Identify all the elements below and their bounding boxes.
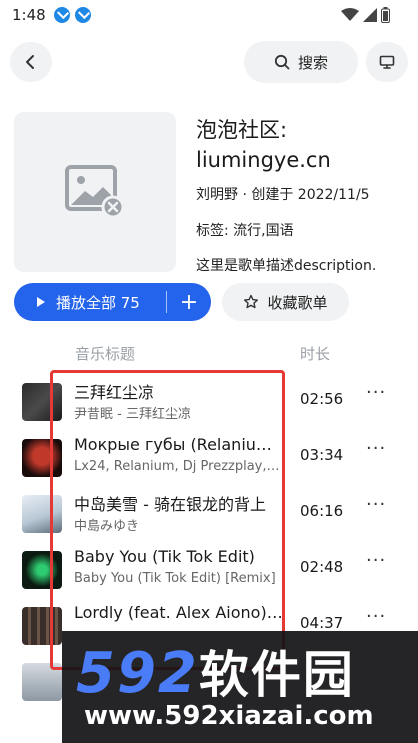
- song-cover: [22, 383, 62, 421]
- song-duration: 02:48: [300, 558, 344, 576]
- back-button[interactable]: [10, 42, 52, 82]
- status-bar: 1:48: [0, 0, 418, 30]
- search-button[interactable]: 搜索: [244, 41, 358, 83]
- wifi-icon: [341, 8, 359, 21]
- song-artist: 中島みゆき: [74, 519, 140, 534]
- song-cover: [22, 439, 62, 477]
- download-notification-icon: [54, 7, 70, 23]
- song-title: Baby You (Tik Tok Edit): [74, 547, 255, 566]
- search-icon: [274, 54, 290, 70]
- favorite-label: 收藏歌单: [267, 293, 328, 312]
- song-row[interactable]: 中岛美雪 - 骑在银龙的背上 中島みゆき 06:16 ···: [0, 490, 418, 546]
- play-all-button-group: 播放全部 75 +: [14, 283, 211, 321]
- song-duration: 02:56: [300, 390, 344, 408]
- playlist-cover[interactable]: [14, 112, 176, 272]
- more-options-icon[interactable]: ···: [366, 606, 386, 627]
- watermark-number: 592: [76, 641, 199, 706]
- more-options-icon[interactable]: ···: [366, 494, 386, 515]
- watermark: 592软件园 www.592xiazai.com: [62, 631, 418, 743]
- song-title: 三拜红尘凉: [74, 383, 155, 402]
- chevron-left-icon: [26, 55, 34, 69]
- play-icon: [37, 297, 45, 307]
- play-all-button[interactable]: 播放全部 75: [14, 283, 166, 321]
- more-options-icon[interactable]: ···: [366, 550, 386, 571]
- column-header-duration: 时长: [300, 345, 331, 363]
- song-row[interactable]: Baby You (Tik Tok Edit) Baby You (Tik To…: [0, 546, 418, 602]
- broken-image-icon: [65, 165, 125, 219]
- song-cover: [22, 607, 62, 645]
- column-header-title: 音乐标题: [75, 345, 136, 363]
- playlist-description: 这里是歌单描述description.: [196, 258, 377, 274]
- watermark-logo: 592软件园: [76, 635, 355, 707]
- song-title: 中岛美雪 - 骑在银龙的背上: [74, 495, 266, 514]
- playlist-title: 泡泡社区: liumingye.cn: [196, 118, 331, 172]
- play-all-label: 播放全部 75: [56, 293, 140, 312]
- search-label: 搜索: [297, 53, 328, 72]
- song-title: Мокрые губы (Relanium, Dj Prezzplay Remi…: [74, 435, 284, 454]
- song-duration: 06:16: [300, 502, 344, 520]
- more-options-icon[interactable]: ···: [366, 438, 386, 459]
- song-row[interactable]: Мокрые губы (Relanium, Dj Prezzplay Remi…: [0, 434, 418, 490]
- watermark-url: www.592xiazai.com: [84, 701, 374, 731]
- song-cover: [22, 495, 62, 533]
- song-duration: 04:37: [300, 614, 344, 632]
- song-title: Lordly (feat. Alex Aiono) [Remix]: [74, 603, 284, 622]
- playlist-tags: 标签: 流行,国语: [196, 223, 294, 239]
- more-options-icon[interactable]: ···: [366, 382, 386, 403]
- favorite-playlist-button[interactable]: 收藏歌单: [222, 283, 349, 321]
- add-to-queue-button[interactable]: +: [167, 283, 211, 321]
- song-artist: Baby You (Tik Tok Edit) [Remix]: [74, 571, 276, 586]
- song-cover: [22, 663, 62, 701]
- song-cover: [22, 551, 62, 589]
- watermark-brand: 软件园: [198, 646, 355, 704]
- signal-icon: [363, 8, 377, 22]
- status-icons: [341, 7, 390, 23]
- song-artist: Lx24, Relanium, Dj Prezzplay, Мокрые губ…: [74, 459, 280, 474]
- star-icon: [244, 294, 259, 309]
- download-notification-icon: [75, 7, 91, 23]
- song-artist: 尹昔眠 - 三拜红尘凉: [74, 407, 191, 422]
- screen-button[interactable]: [366, 42, 408, 82]
- status-time: 1:48: [12, 6, 46, 24]
- playlist-meta[interactable]: 刘明野 · 创建于 2022/11/5: [196, 184, 370, 204]
- song-duration: 03:34: [300, 446, 344, 464]
- monitor-icon: [379, 55, 395, 69]
- battery-icon: [381, 7, 390, 23]
- song-row[interactable]: 三拜红尘凉 尹昔眠 - 三拜红尘凉 02:56 ···: [0, 378, 418, 434]
